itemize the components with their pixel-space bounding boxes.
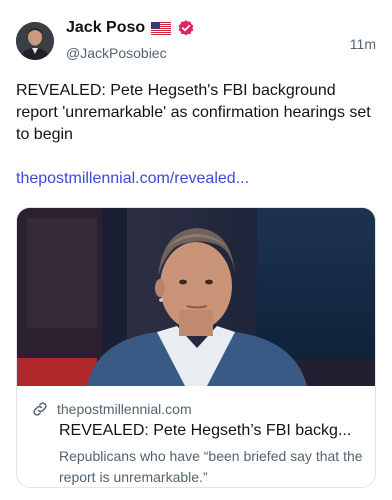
post-link[interactable]: thepostmillennial.com/revealed... [16,170,249,188]
card-meta[interactable]: thepostmillennial.com REVEALED: Pete Heg… [17,386,375,487]
card-domain-row: thepostmillennial.com [31,400,192,418]
verified-badge-icon [177,19,195,37]
card-image[interactable] [17,208,375,386]
post[interactable]: Jack Poso @JackPosobiec 11m REVEALED: Pe… [0,0,392,500]
card-domain: thepostmillennial.com [57,401,192,417]
author-row[interactable]: Jack Poso [66,19,195,37]
post-text: REVEALED: Pete Hegseth's FBI background … [16,82,371,143]
card-description: Republicans who have “been briefed say t… [59,448,363,485]
post-time: 11m [349,36,376,52]
card-title[interactable]: REVEALED: Pete Hegseth’s FBI backg... [59,422,364,440]
link-preview-card[interactable]: thepostmillennial.com REVEALED: Pete Heg… [16,207,376,488]
link-icon [31,400,49,418]
us-flag-icon [151,21,172,35]
author-handle[interactable]: @JackPosobiec [66,45,167,61]
author-name[interactable]: Jack Poso [66,19,145,37]
avatar[interactable] [16,22,54,60]
